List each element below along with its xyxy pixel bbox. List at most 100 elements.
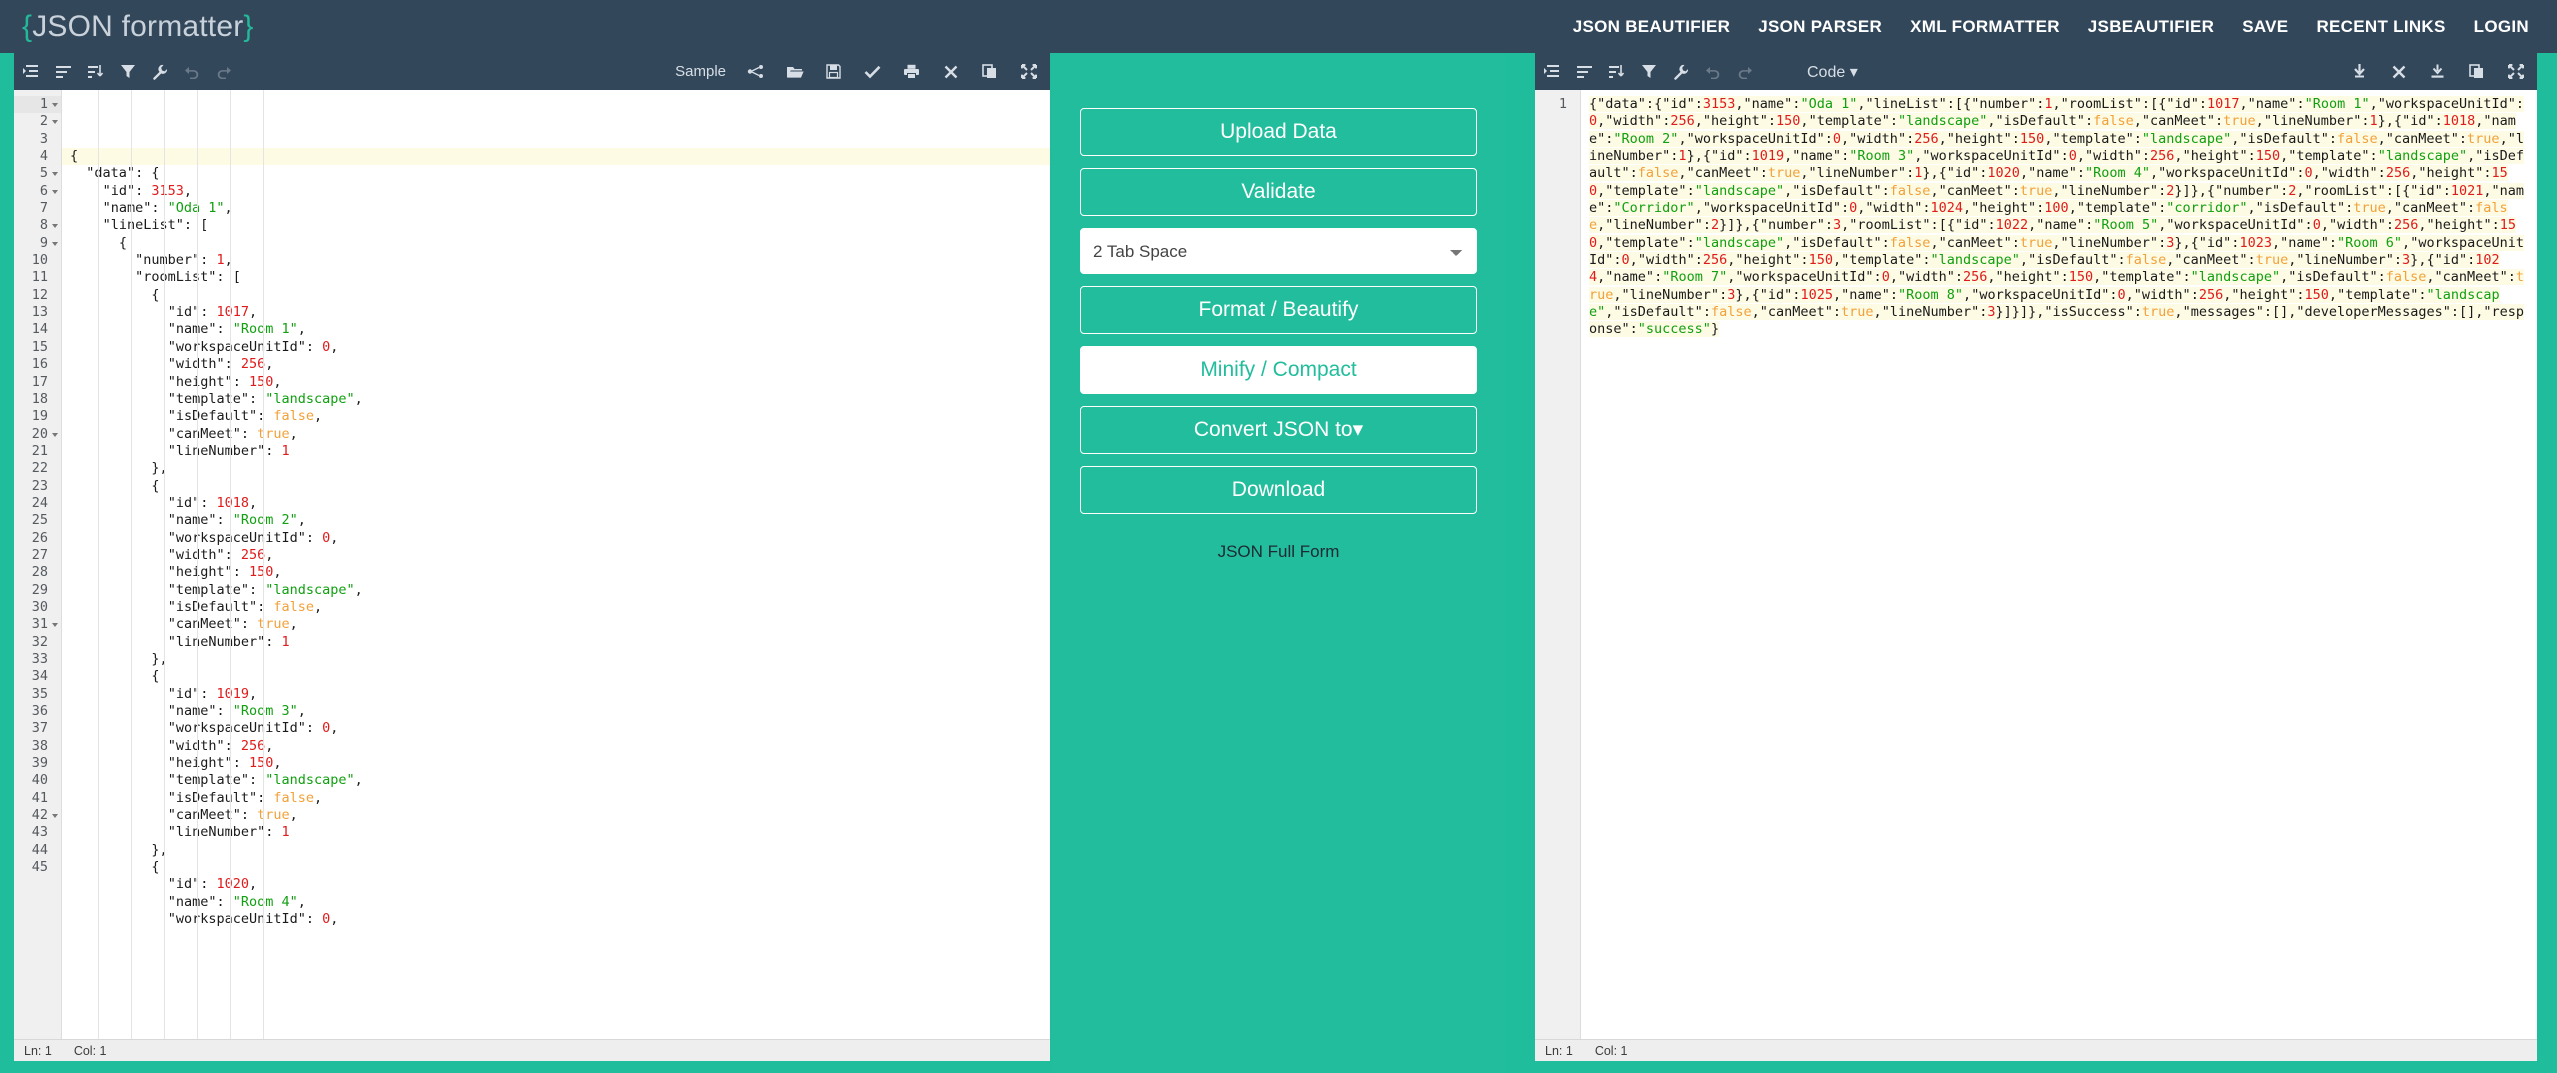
compact-icon[interactable] <box>54 62 73 81</box>
close-icon[interactable] <box>2389 62 2408 81</box>
nav-json-parser[interactable]: JSON PARSER <box>1758 17 1882 37</box>
copy-icon[interactable] <box>2467 62 2486 81</box>
line-number: 2 <box>14 113 61 130</box>
copy-icon[interactable] <box>980 62 999 81</box>
code-line: "width": 256, <box>62 547 1050 564</box>
check-icon[interactable] <box>863 62 882 81</box>
line-number: 45 <box>14 859 61 876</box>
json-full-form-link[interactable]: JSON Full Form <box>1080 542 1477 562</box>
action-button-stack: Upload Data Validate 2 Tab Space Format … <box>1080 108 1477 562</box>
left-code-area[interactable]: 1234567891011121314151617181920212223242… <box>14 90 1050 1039</box>
line-number: 15 <box>14 339 61 356</box>
left-column-indicator: Col: 1 <box>74 1044 107 1058</box>
fullscreen-icon[interactable] <box>2506 62 2525 81</box>
brand-left-brace: { <box>22 10 32 43</box>
compact-icon[interactable] <box>1575 62 1594 81</box>
line-number: 41 <box>14 790 61 807</box>
download-button[interactable]: Download <box>1080 466 1477 514</box>
code-line: "id": 1019, <box>62 686 1050 703</box>
line-number: 21 <box>14 443 61 460</box>
code-line: "name": "Room 4", <box>62 894 1050 911</box>
sample-button[interactable]: Sample <box>675 63 726 80</box>
code-line: "id": 1017, <box>62 304 1050 321</box>
convert-json-to-button[interactable]: Convert JSON to▾ <box>1080 406 1477 454</box>
code-line: "lineNumber": 1 <box>62 634 1050 651</box>
code-line: "name": "Room 1", <box>62 321 1050 338</box>
right-code-area[interactable]: 1 {"data":{"id":3153,"name":"Oda 1","lin… <box>1535 90 2537 1039</box>
code-line: { <box>62 859 1050 876</box>
code-line: "isDefault": false, <box>62 408 1050 425</box>
line-number: 34 <box>14 668 61 685</box>
app-logo[interactable]: {JSON formatter} <box>22 10 254 44</box>
wrench-icon[interactable] <box>150 62 169 81</box>
line-number: 33 <box>14 651 61 668</box>
indent-icon[interactable] <box>22 62 41 81</box>
validate-button[interactable]: Validate <box>1080 168 1477 216</box>
minify-compact-button[interactable]: Minify / Compact <box>1080 346 1477 394</box>
line-number: 12 <box>14 287 61 304</box>
left-panel: Sample 123456789101112131415161718192021… <box>0 53 1052 1073</box>
right-status-bar: Ln: 1 Col: 1 <box>1535 1039 2537 1061</box>
line-number: 44 <box>14 842 61 859</box>
tab-space-select[interactable]: 2 Tab Space <box>1080 228 1477 274</box>
format-beautify-button[interactable]: Format / Beautify <box>1080 286 1477 334</box>
line-number: 17 <box>14 374 61 391</box>
code-line: }, <box>62 651 1050 668</box>
close-icon[interactable] <box>941 62 960 81</box>
code-line: { <box>62 478 1050 495</box>
nav-links: JSON BEAUTIFIER JSON PARSER XML FORMATTE… <box>1573 17 2529 37</box>
nav-json-beautifier[interactable]: JSON BEAUTIFIER <box>1573 17 1731 37</box>
folder-open-icon[interactable] <box>785 62 804 81</box>
code-line: "template": "landscape", <box>62 582 1050 599</box>
code-line: "number": 1, <box>62 252 1050 269</box>
code-line: { <box>62 235 1050 252</box>
code-line: "id": 3153, <box>62 183 1050 200</box>
undo-icon[interactable] <box>182 62 201 81</box>
line-number: 14 <box>14 321 61 338</box>
indent-icon[interactable] <box>1543 62 1562 81</box>
code-line: "data": { <box>62 165 1050 182</box>
line-number: 5 <box>14 165 61 182</box>
filter-icon[interactable] <box>1639 62 1658 81</box>
line-number: 18 <box>14 391 61 408</box>
sort-icon[interactable] <box>1607 62 1626 81</box>
right-editor-toolbar: Code ▾ <box>1535 53 2537 90</box>
line-number: 42 <box>14 807 61 824</box>
line-number: 8 <box>14 217 61 234</box>
nav-recent-links[interactable]: RECENT LINKS <box>2316 17 2445 37</box>
filter-icon[interactable] <box>118 62 137 81</box>
code-line: }, <box>62 842 1050 859</box>
line-number: 6 <box>14 183 61 200</box>
nav-save[interactable]: SAVE <box>2242 17 2288 37</box>
download-icon[interactable] <box>2428 62 2447 81</box>
right-code-content[interactable]: {"data":{"id":3153,"name":"Oda 1","lineL… <box>1581 90 2537 1039</box>
top-navigation-bar: {JSON formatter} JSON BEAUTIFIER JSON PA… <box>0 0 2557 53</box>
code-line: "canMeet": true, <box>62 616 1050 633</box>
actions-panel: Upload Data Validate 2 Tab Space Format … <box>1052 53 1505 1073</box>
fullscreen-icon[interactable] <box>1019 62 1038 81</box>
code-line: "workspaceUnitId": 0, <box>62 911 1050 928</box>
save-icon[interactable] <box>824 62 843 81</box>
collapse-icon[interactable] <box>2350 62 2369 81</box>
code-view-dropdown[interactable]: Code ▾ <box>1807 62 1858 82</box>
wrench-icon[interactable] <box>1671 62 1690 81</box>
line-number: 22 <box>14 460 61 477</box>
redo-icon[interactable] <box>1735 62 1754 81</box>
undo-icon[interactable] <box>1703 62 1722 81</box>
line-number: 11 <box>14 269 61 286</box>
sort-icon[interactable] <box>86 62 105 81</box>
nav-login[interactable]: LOGIN <box>2474 17 2529 37</box>
left-status-bar: Ln: 1 Col: 1 <box>14 1039 1050 1061</box>
left-code-content[interactable]: { "data": { "id": 3153, "name": "Oda 1",… <box>62 90 1050 1039</box>
upload-data-button[interactable]: Upload Data <box>1080 108 1477 156</box>
code-line: "height": 150, <box>62 374 1050 391</box>
line-number: 27 <box>14 547 61 564</box>
nav-xml-formatter[interactable]: XML FORMATTER <box>1910 17 2060 37</box>
main-workspace: Sample 123456789101112131415161718192021… <box>0 53 2557 1073</box>
code-line: { <box>62 148 1050 165</box>
share-icon[interactable] <box>746 62 765 81</box>
print-icon[interactable] <box>902 62 921 81</box>
redo-icon[interactable] <box>214 62 233 81</box>
nav-jsbeautifier[interactable]: JSBEAUTIFIER <box>2088 17 2214 37</box>
code-line: "workspaceUnitId": 0, <box>62 530 1050 547</box>
